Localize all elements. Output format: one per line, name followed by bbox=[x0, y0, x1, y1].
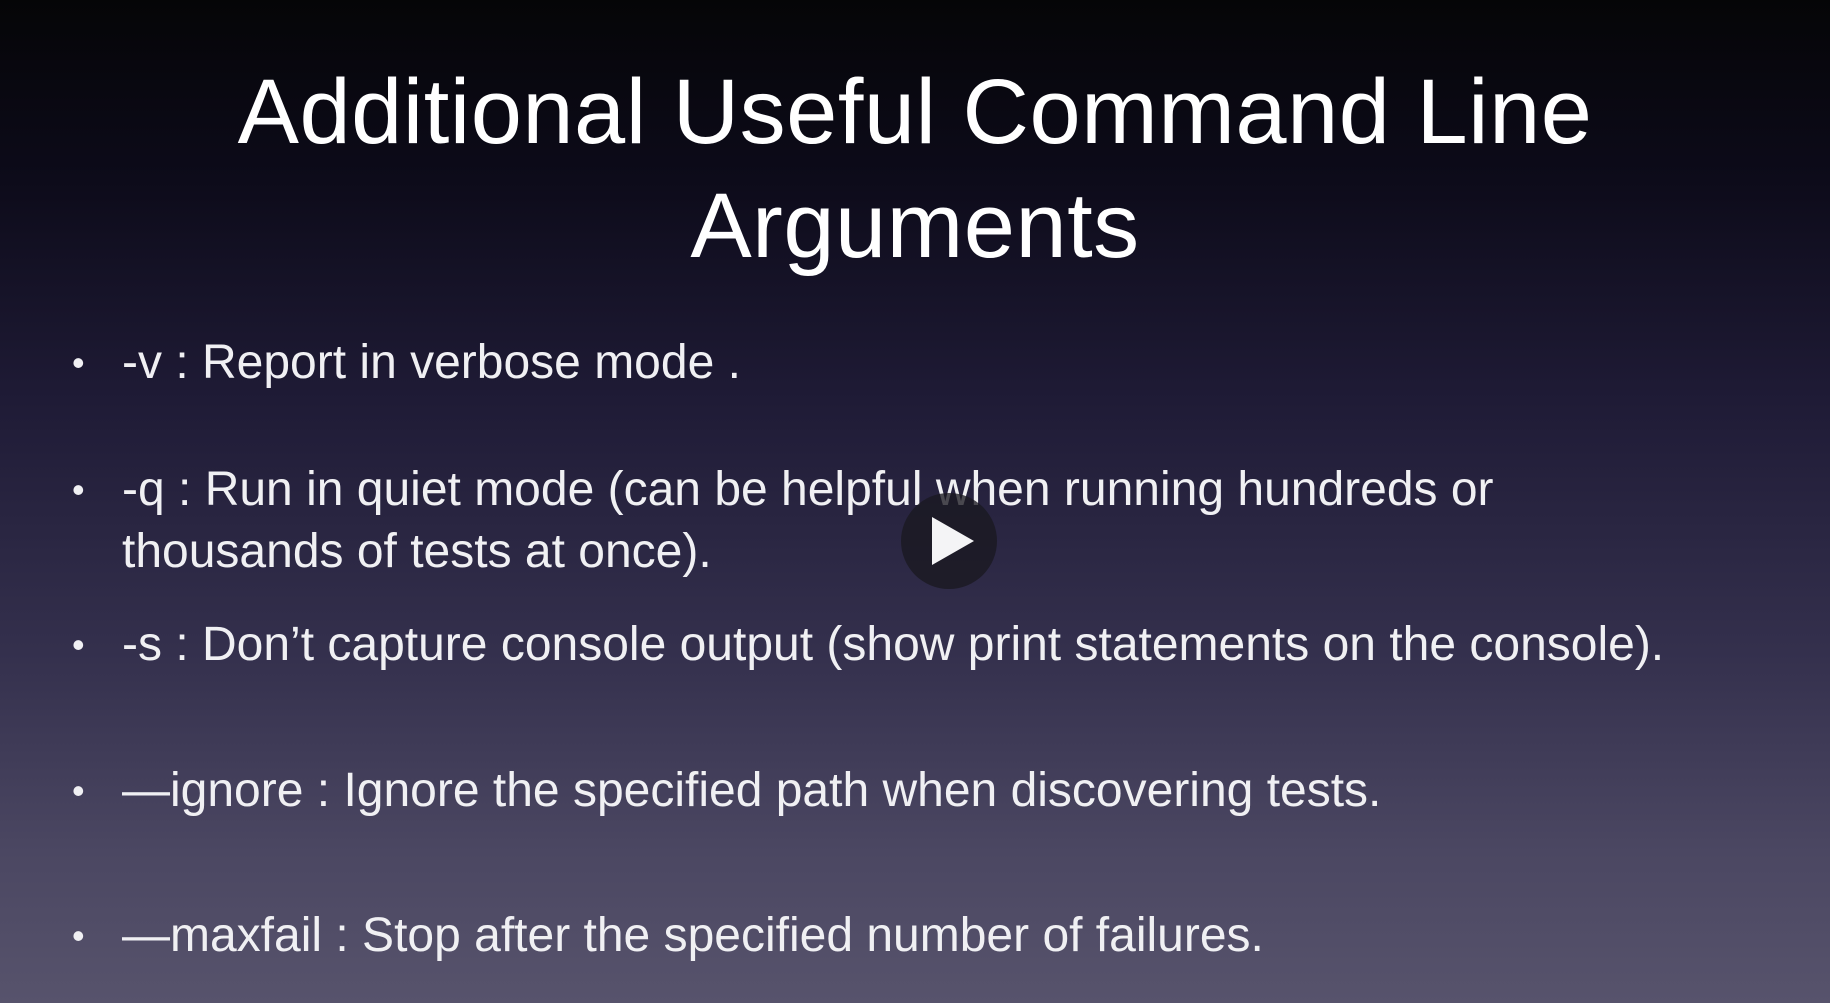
play-button[interactable] bbox=[901, 493, 997, 589]
play-icon bbox=[932, 517, 974, 565]
bullet-text: -q : Run in quiet mode (can be helpful w… bbox=[122, 463, 1494, 578]
bullet-item-verbose: • -v : Report in verbose mode . bbox=[72, 332, 1822, 394]
bullet-dot: • bbox=[72, 770, 85, 811]
bullet-dot: • bbox=[72, 624, 85, 665]
bullet-item-maxfail: • —maxfail : Stop after the specified nu… bbox=[72, 905, 1822, 967]
bullet-list: • -v : Report in verbose mode . • -q : R… bbox=[0, 0, 1830, 1003]
bullet-text: —maxfail : Stop after the specified numb… bbox=[122, 909, 1264, 962]
bullet-text: —ignore : Ignore the specified path when… bbox=[122, 764, 1382, 817]
bullet-item-capture: • -s : Don’t capture console output (sho… bbox=[72, 614, 1822, 676]
bullet-text: -v : Report in verbose mode . bbox=[122, 336, 741, 389]
bullet-text: -s : Don’t capture console output (show … bbox=[122, 618, 1665, 671]
bullet-dot: • bbox=[72, 342, 85, 383]
bullet-dot: • bbox=[72, 469, 85, 510]
bullet-dot: • bbox=[72, 915, 85, 956]
bullet-item-ignore: • —ignore : Ignore the specified path wh… bbox=[72, 760, 1822, 822]
slide: Additional Useful Command Line Arguments… bbox=[0, 0, 1830, 1003]
